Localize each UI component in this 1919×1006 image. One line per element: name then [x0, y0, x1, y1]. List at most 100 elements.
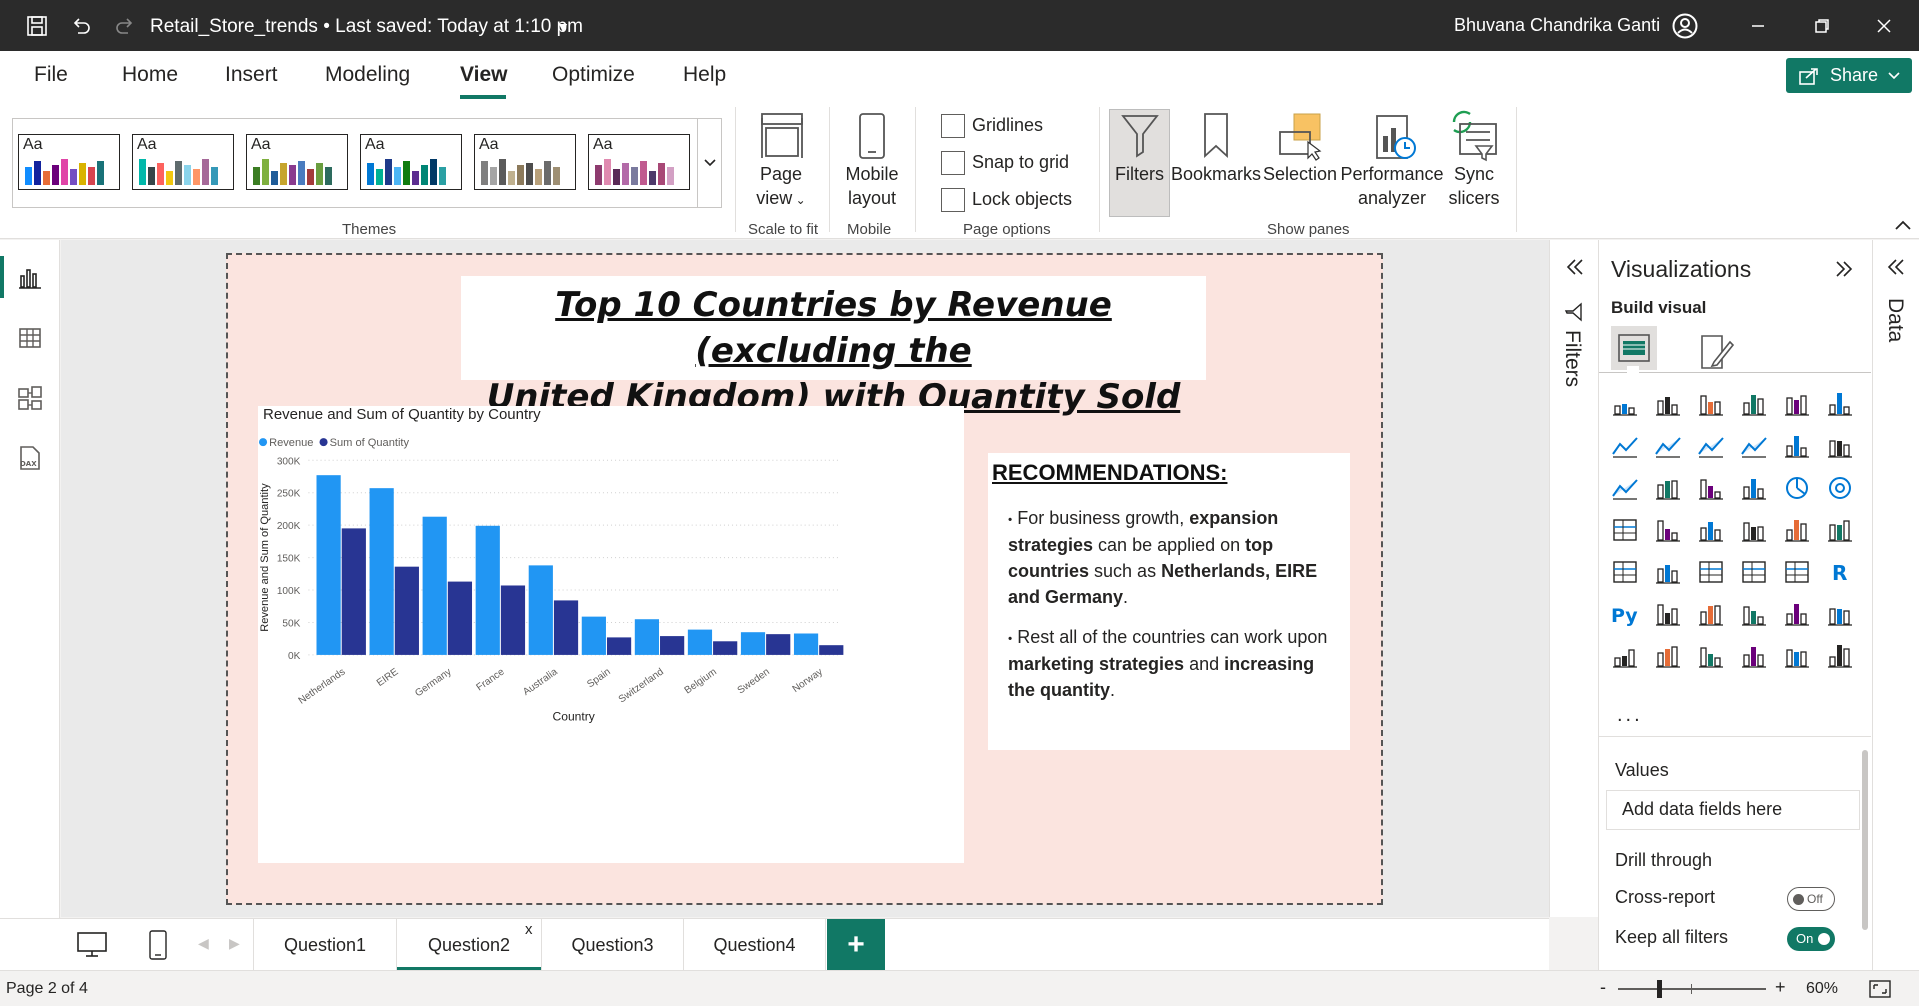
add-page-button[interactable]: + — [827, 919, 885, 971]
theme-swatch-5[interactable]: Aa — [474, 134, 576, 190]
keep-all-filters-toggle[interactable]: On — [1787, 927, 1835, 951]
snap-to-grid-checkbox[interactable] — [941, 151, 965, 175]
menu-help[interactable]: Help — [683, 63, 726, 87]
collapse-ribbon-icon[interactable] — [1894, 218, 1912, 234]
key-influencers-visual-icon[interactable] — [1654, 600, 1686, 632]
stacked-area-visual-icon[interactable] — [1697, 432, 1729, 464]
format-visual-icon[interactable] — [1696, 332, 1736, 372]
performance-analyzer-icon[interactable] — [1373, 112, 1417, 162]
donut-visual-icon[interactable] — [1826, 474, 1858, 506]
funnel-visual-icon[interactable] — [1697, 474, 1729, 506]
selection-button[interactable]: Selection — [1262, 162, 1338, 186]
line-clustered-column-visual-icon[interactable] — [1826, 432, 1858, 464]
waterfall-visual-icon[interactable] — [1654, 474, 1686, 506]
themes-expand-button[interactable] — [697, 118, 721, 208]
stacked-column-visual-icon[interactable] — [1654, 390, 1686, 422]
save-icon[interactable] — [24, 13, 50, 39]
close-icon[interactable] — [1864, 10, 1904, 42]
zoom-slider-handle[interactable] — [1657, 980, 1662, 998]
expand-data-icon[interactable] — [1885, 256, 1907, 278]
100-stacked-column-visual-icon[interactable] — [1826, 390, 1858, 422]
page-tab-question4[interactable]: Question4 — [683, 919, 826, 971]
menu-modeling[interactable]: Modeling — [325, 63, 410, 87]
expand-filters-icon[interactable] — [1564, 256, 1586, 278]
python-visual-visual-icon[interactable]: Py — [1611, 600, 1643, 632]
gridlines-checkbox[interactable] — [941, 114, 965, 138]
azure-map-visual-icon[interactable] — [1740, 516, 1772, 548]
area-visual-icon[interactable] — [1654, 432, 1686, 464]
power-app-visual-icon[interactable] — [1783, 642, 1815, 674]
menu-file[interactable]: File — [34, 63, 68, 87]
treemap-visual-icon[interactable] — [1611, 516, 1643, 548]
share-button[interactable]: Share — [1786, 58, 1912, 93]
account-icon[interactable] — [1672, 13, 1698, 39]
scroll-left-icon[interactable]: ◀ — [198, 935, 209, 952]
filters-pane-title[interactable]: Filters — [1560, 330, 1584, 387]
clustered-column-visual-icon[interactable] — [1740, 390, 1772, 422]
values-drop-zone[interactable]: Add data fields here — [1606, 790, 1860, 830]
map-visual-icon[interactable] — [1654, 516, 1686, 548]
theme-swatch-6[interactable]: Aa — [588, 134, 690, 190]
card-visual-icon[interactable] — [1826, 516, 1858, 548]
pie-visual-icon[interactable] — [1783, 474, 1815, 506]
gauge-visual-icon[interactable] — [1783, 516, 1815, 548]
r-visual-visual-icon[interactable]: R — [1826, 558, 1858, 590]
chevron-down-icon[interactable]: ▼ — [550, 14, 576, 40]
menu-home[interactable]: Home — [122, 63, 178, 87]
more-visuals-button[interactable]: ... — [1617, 704, 1643, 727]
arcgis-visual-icon[interactable] — [1740, 642, 1772, 674]
line-visual-icon[interactable] — [1611, 432, 1643, 464]
table-view-icon[interactable] — [16, 324, 44, 352]
paginated-visual-icon[interactable] — [1611, 642, 1643, 674]
page-view-button[interactable]: Page view ⌄ — [746, 162, 816, 212]
ribbon-visual-icon[interactable] — [1611, 474, 1643, 506]
report-view-icon[interactable] — [16, 264, 44, 292]
power-apps-visual-icon[interactable] — [1654, 642, 1686, 674]
undo-icon[interactable] — [68, 13, 94, 39]
power-automate-visual-icon[interactable] — [1697, 642, 1729, 674]
data-pane-title[interactable]: Data — [1883, 298, 1907, 342]
page-view-icon[interactable] — [760, 112, 804, 162]
dax-query-view-icon[interactable]: DAX — [16, 444, 44, 472]
page-tab-question3[interactable]: Question3 — [541, 919, 683, 971]
slicer-visual-icon[interactable] — [1697, 558, 1729, 590]
collapse-visualizations-icon[interactable] — [1833, 258, 1855, 280]
build-visual-tab[interactable] — [1611, 326, 1657, 370]
selection-icon[interactable] — [1278, 112, 1324, 162]
menu-optimize[interactable]: Optimize — [552, 63, 635, 87]
100-stacked-bar-visual-icon[interactable] — [1783, 390, 1815, 422]
zoom-slider[interactable] — [1618, 988, 1766, 990]
table-visual-icon[interactable] — [1740, 558, 1772, 590]
theme-swatch-4[interactable]: Aa — [360, 134, 462, 190]
sync-slicers-button[interactable]: Sync slicers — [1442, 162, 1506, 210]
redo-icon[interactable] — [112, 13, 138, 39]
kpi-visual-icon[interactable] — [1654, 558, 1686, 590]
fit-to-page-icon[interactable] — [1868, 979, 1892, 999]
minimize-icon[interactable] — [1738, 10, 1778, 42]
100-stacked-area-visual-icon[interactable] — [1740, 432, 1772, 464]
menu-view[interactable]: View — [460, 63, 507, 87]
theme-swatch-1[interactable]: Aa — [18, 134, 120, 190]
clustered-bar-visual-icon[interactable] — [1697, 390, 1729, 422]
zoom-out-button[interactable]: - — [1600, 977, 1606, 998]
theme-swatch-2[interactable]: Aa — [132, 134, 234, 190]
other-visual-icon[interactable] — [1826, 642, 1858, 674]
pane-scrollbar[interactable] — [1862, 750, 1868, 930]
mobile-layout-icon[interactable] — [858, 112, 886, 162]
sync-slicers-icon[interactable] — [1448, 108, 1500, 162]
filled-map-visual-icon[interactable] — [1697, 516, 1729, 548]
close-tab-icon[interactable]: x — [525, 921, 533, 938]
report-title-box[interactable]: Top 10 Countries by Revenue (excluding t… — [461, 276, 1206, 417]
stacked-bar-visual-icon[interactable] — [1611, 390, 1643, 422]
narrative-visual-icon[interactable] — [1783, 600, 1815, 632]
page-tab-question2[interactable]: Question2 x — [396, 919, 542, 971]
theme-swatch-3[interactable]: Aa — [246, 134, 348, 190]
restore-icon[interactable] — [1802, 10, 1842, 42]
scatter-visual-icon[interactable] — [1740, 474, 1772, 506]
mobile-layout-button[interactable]: Mobile layout — [836, 162, 908, 210]
performance-analyzer-button[interactable]: Performance analyzer — [1340, 162, 1444, 210]
matrix-visual-icon[interactable] — [1783, 558, 1815, 590]
zoom-in-button[interactable]: + — [1775, 977, 1786, 998]
bookmark-icon[interactable] — [1202, 112, 1230, 160]
cross-report-toggle[interactable]: Off — [1787, 887, 1835, 911]
